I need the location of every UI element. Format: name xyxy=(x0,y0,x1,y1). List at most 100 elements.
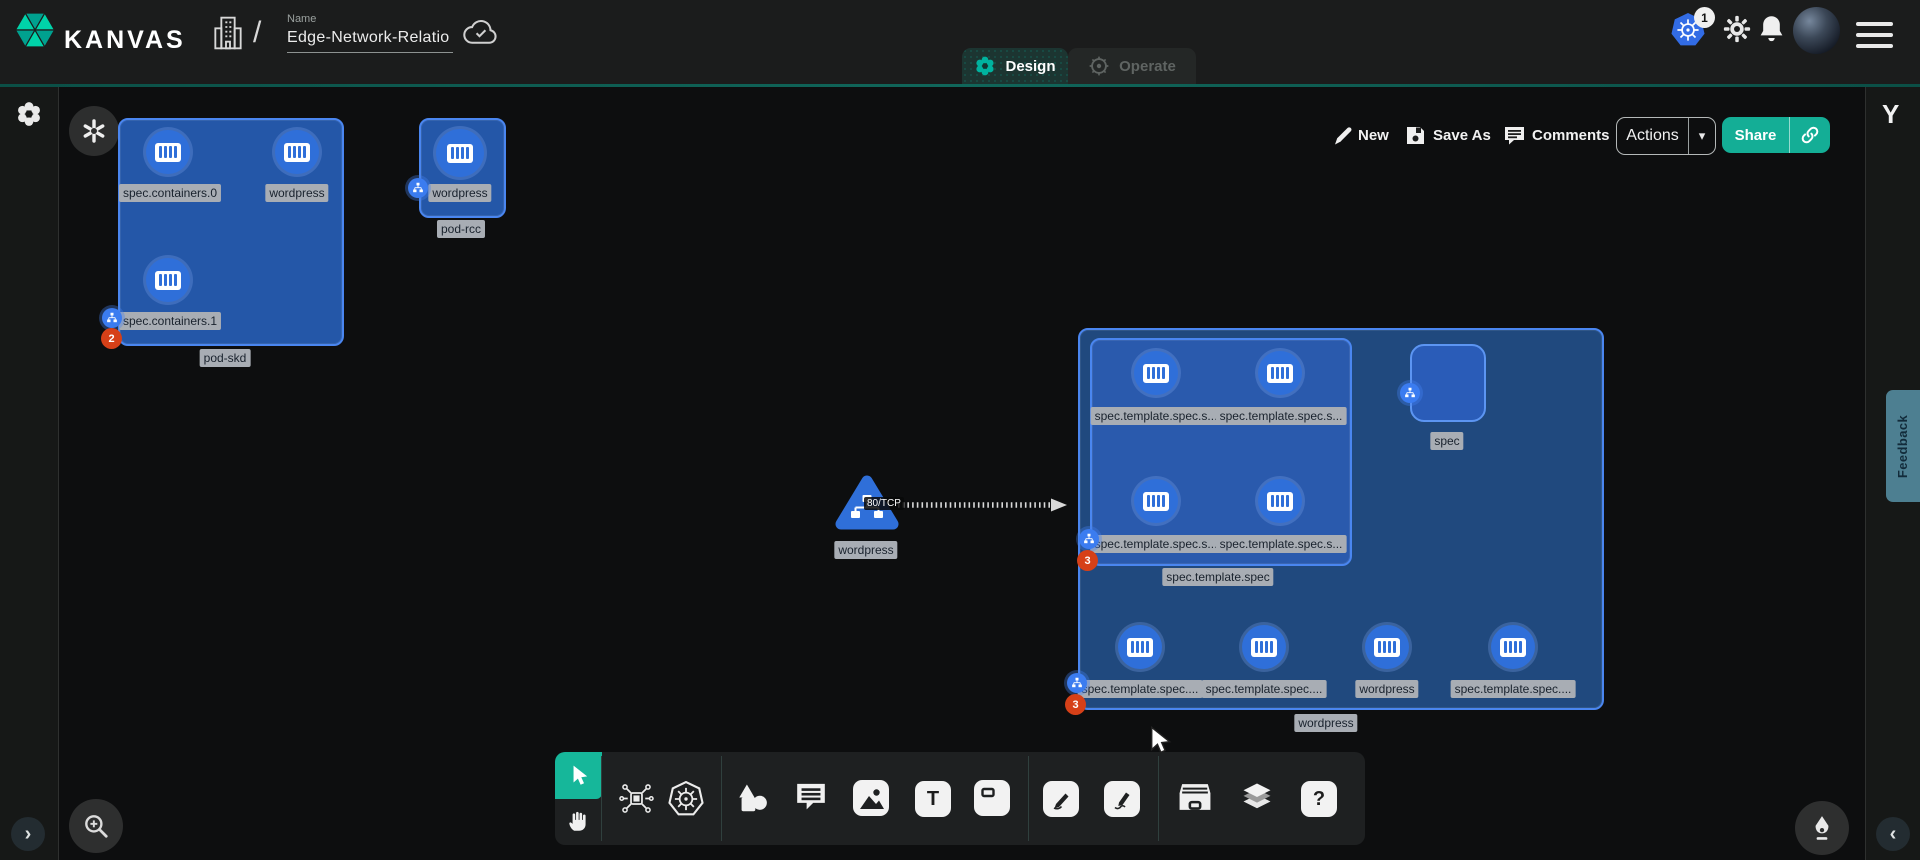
hierarchy-icon[interactable] xyxy=(1079,529,1099,549)
node-label: wordpress xyxy=(834,541,897,559)
network-edge[interactable] xyxy=(896,498,1068,512)
design-name-input[interactable]: Edge-Network-Relatio xyxy=(287,29,450,47)
kanvas-logo-text[interactable]: KANVAS xyxy=(64,26,186,55)
toolbar-divider xyxy=(1158,756,1159,841)
new-pencil-icon[interactable] xyxy=(1332,125,1354,147)
node-label: wordpress xyxy=(428,184,491,202)
node-container[interactable] xyxy=(146,130,190,174)
node-container[interactable] xyxy=(1491,625,1535,669)
components-tool[interactable] xyxy=(619,781,654,816)
tab-design[interactable]: Design xyxy=(962,48,1068,84)
pen-tool[interactable] xyxy=(1043,781,1079,817)
error-badge[interactable]: 3 xyxy=(1065,694,1086,715)
kubernetes-tool[interactable] xyxy=(668,781,704,817)
save-icon[interactable] xyxy=(1405,125,1426,146)
y-logo[interactable]: Y xyxy=(1882,99,1899,130)
meshery-spiral-icon[interactable] xyxy=(15,100,43,128)
node-label: spec.template.spec.s... xyxy=(1091,407,1222,425)
help-tool[interactable]: ? xyxy=(1301,781,1337,817)
select-tool[interactable] xyxy=(555,752,602,799)
notifications-bell-icon[interactable] xyxy=(1756,13,1787,45)
hierarchy-icon[interactable] xyxy=(102,308,122,328)
text-tool-glyph: T xyxy=(915,781,951,817)
expand-panel-button[interactable]: › xyxy=(11,817,45,851)
container-icon xyxy=(1143,492,1169,511)
share-button-label: Share xyxy=(1722,127,1789,144)
help-glyph: ? xyxy=(1301,781,1337,817)
node-label: wordpress xyxy=(1355,680,1418,698)
cursor-icon xyxy=(568,764,590,788)
hierarchy-icon[interactable] xyxy=(408,178,428,198)
node-container[interactable] xyxy=(1134,351,1178,395)
feedback-tab[interactable]: Feedback xyxy=(1886,390,1920,502)
shapes-tool[interactable] xyxy=(736,783,770,815)
design-pen-button[interactable] xyxy=(1795,801,1849,855)
comment-tool[interactable] xyxy=(794,781,828,813)
cloud-saved-icon xyxy=(462,17,500,47)
node-container[interactable] xyxy=(436,129,484,177)
error-badge[interactable]: 2 xyxy=(101,328,122,349)
toolbar-divider xyxy=(601,756,602,841)
actions-button-label: Actions xyxy=(1617,127,1688,145)
comments-icon[interactable] xyxy=(1503,125,1526,147)
canvas-node-cluster[interactable] xyxy=(69,106,119,156)
drawer-tool[interactable] xyxy=(1177,780,1213,814)
app-header: KANVAS / Name Edge-Network-Relatio Desig… xyxy=(0,0,1920,84)
container-icon xyxy=(1251,638,1277,657)
share-button[interactable]: Share xyxy=(1722,117,1830,153)
tab-operate[interactable]: Operate xyxy=(1068,48,1196,84)
node-label: spec.template.spec.s... xyxy=(1216,535,1347,553)
new-button[interactable]: New xyxy=(1358,127,1389,144)
freehand-tool[interactable] xyxy=(1104,781,1140,817)
actions-button[interactable]: Actions ▾ xyxy=(1616,117,1716,155)
design-canvas[interactable]: spec.containers.0 wordpress spec.contain… xyxy=(0,0,1920,860)
error-badge[interactable]: 3 xyxy=(1077,550,1098,571)
note-tool[interactable] xyxy=(974,780,1010,816)
header-accent-line xyxy=(0,84,1920,87)
node-label: spec.template.spec.... xyxy=(1078,680,1203,698)
group-spec-template-spec[interactable] xyxy=(1090,338,1352,566)
left-rail: › xyxy=(0,87,59,860)
container-icon xyxy=(1267,364,1293,383)
layers-tool[interactable] xyxy=(1239,780,1275,814)
toolbar-divider xyxy=(721,756,722,841)
comments-button[interactable]: Comments xyxy=(1532,127,1610,144)
save-as-button[interactable]: Save As xyxy=(1433,127,1491,144)
node-label: spec.template.spec.... xyxy=(1451,680,1576,698)
node-container[interactable] xyxy=(1258,479,1302,523)
hierarchy-icon[interactable] xyxy=(1067,673,1087,693)
settings-gear-icon[interactable] xyxy=(1722,14,1752,44)
mouse-cursor xyxy=(1150,726,1172,756)
node-label: spec.template.spec.s... xyxy=(1091,535,1222,553)
design-tab-icon xyxy=(974,55,996,77)
text-tool[interactable]: T xyxy=(915,781,951,817)
node-container[interactable] xyxy=(1242,625,1286,669)
kanvas-logo-icon[interactable] xyxy=(13,8,57,52)
collapse-panel-button[interactable]: ‹ xyxy=(1876,817,1910,851)
node-container[interactable] xyxy=(1134,479,1178,523)
zoom-button[interactable] xyxy=(69,799,123,853)
user-avatar[interactable] xyxy=(1793,7,1840,54)
container-icon xyxy=(1143,364,1169,383)
menu-hamburger-icon[interactable] xyxy=(1856,22,1893,48)
node-container[interactable] xyxy=(1365,625,1409,669)
edge-port-label: 80/TCP xyxy=(864,497,904,510)
canvas-toolbar: T ? xyxy=(555,752,1365,845)
container-icon xyxy=(1267,492,1293,511)
image-tool[interactable] xyxy=(853,780,889,816)
breadcrumb-separator: / xyxy=(253,16,261,50)
node-label: spec xyxy=(1430,432,1463,450)
hierarchy-icon[interactable] xyxy=(1400,383,1420,403)
chevron-down-icon[interactable]: ▾ xyxy=(1689,128,1715,144)
node-container[interactable] xyxy=(146,258,190,302)
organization-icon[interactable] xyxy=(212,15,244,51)
node-container[interactable] xyxy=(1258,351,1302,395)
node-label: spec.template.spec.... xyxy=(1202,680,1327,698)
context-count-badge: 1 xyxy=(1694,7,1715,28)
container-icon xyxy=(1374,638,1400,657)
pan-tool[interactable] xyxy=(560,803,596,839)
node-spec[interactable] xyxy=(1410,344,1486,422)
node-container[interactable] xyxy=(275,130,319,174)
node-container[interactable] xyxy=(1118,625,1162,669)
copy-link-icon[interactable] xyxy=(1790,125,1830,145)
